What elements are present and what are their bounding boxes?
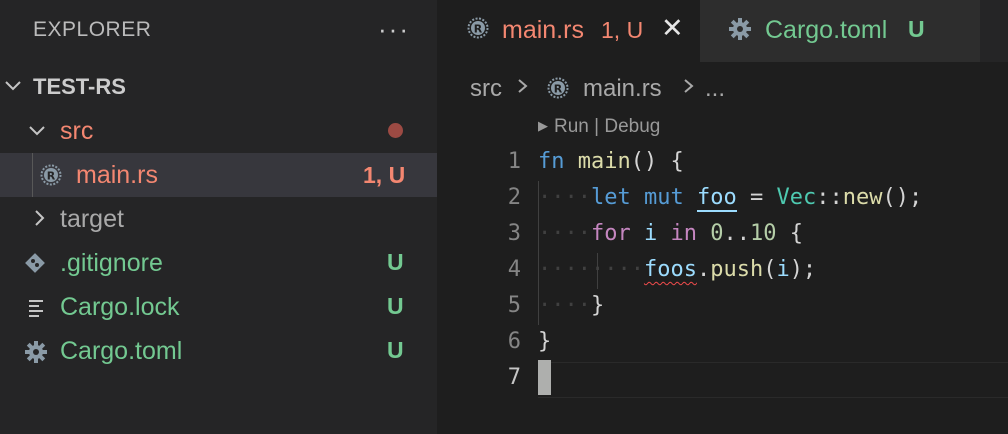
- breadcrumb: src R main.rs ...: [437, 62, 1008, 112]
- svg-text:R: R: [554, 83, 563, 96]
- tree-item-target[interactable]: target: [0, 197, 437, 241]
- untracked-badge: U: [387, 293, 404, 319]
- breadcrumb-file[interactable]: main.rs: [583, 75, 662, 103]
- more-actions-icon[interactable]: ···: [378, 14, 410, 45]
- svg-text:R: R: [474, 23, 483, 36]
- codelens: ▶ Run | Debug: [538, 116, 660, 138]
- breadcrumb-folder[interactable]: src: [470, 75, 502, 103]
- function-call: new: [842, 185, 883, 210]
- tree-item-cargo-lock[interactable]: Cargo.lock U: [0, 285, 437, 329]
- current-line-highlight: [538, 362, 1008, 398]
- breadcrumb-symbol-ellipsis[interactable]: ...: [705, 75, 725, 103]
- punctuation: }: [590, 293, 605, 318]
- line-number: 2: [507, 185, 521, 210]
- line-number: 1: [507, 149, 521, 174]
- chevron-right-icon: [516, 73, 530, 106]
- chevron-down-icon: [3, 75, 23, 101]
- number-literal: 0: [710, 221, 724, 246]
- range-operator: ..: [723, 221, 750, 246]
- untracked-badge: U: [387, 249, 404, 275]
- explorer-header: EXPLORER ···: [0, 0, 437, 62]
- codelens-debug[interactable]: Debug: [604, 116, 660, 137]
- play-icon: ▶: [538, 118, 548, 133]
- chevron-right-icon: [29, 208, 49, 234]
- rust-icon: R: [467, 17, 491, 41]
- tab-cargo-toml[interactable]: Cargo.toml U: [700, 0, 980, 62]
- punctuation: () {: [630, 149, 684, 174]
- punctuation: .: [696, 257, 711, 282]
- punctuation: {: [776, 221, 803, 246]
- code-line-1[interactable]: fn main() {: [538, 149, 684, 174]
- punctuation: (: [763, 257, 777, 282]
- tab-main-rs[interactable]: R main.rs 1, U ✕: [437, 0, 700, 62]
- editor-area: R main.rs 1, U ✕ Cargo.toml U src R main…: [437, 0, 1008, 434]
- untracked-badge: U: [387, 337, 404, 363]
- rust-icon: R: [40, 164, 62, 186]
- tree-item-label: .gitignore: [60, 249, 163, 277]
- gear-icon: [728, 17, 752, 41]
- close-icon[interactable]: ✕: [661, 13, 684, 44]
- tree-item-gitignore[interactable]: .gitignore U: [0, 241, 437, 285]
- tree-item-label: main.rs: [76, 161, 158, 189]
- lines-icon: [26, 296, 48, 318]
- line-number-current: 7: [507, 365, 521, 390]
- tab-untracked-badge: U: [908, 16, 925, 42]
- codelens-run[interactable]: Run: [554, 116, 589, 137]
- punctuation: );: [789, 257, 817, 282]
- error-squiggle-foos[interactable]: foos: [644, 257, 697, 282]
- function-name: main: [577, 149, 631, 174]
- line-number: 3: [507, 221, 521, 246]
- chevron-right-icon: [682, 73, 696, 106]
- path-separator: ::: [816, 185, 843, 210]
- tab-bar: R main.rs 1, U ✕ Cargo.toml U: [437, 0, 1008, 62]
- problem-count-badge: 1, U: [363, 162, 406, 188]
- punctuation: ();: [882, 185, 923, 210]
- function-call: push: [710, 257, 764, 282]
- tab-label: Cargo.toml: [765, 16, 888, 44]
- code-line-5[interactable]: ····}: [538, 293, 604, 318]
- code-line-4[interactable]: ········foos.push(i);: [538, 257, 816, 282]
- svg-text:R: R: [47, 170, 56, 183]
- tree-item-label: src: [60, 117, 94, 145]
- keyword-for: for: [590, 221, 631, 246]
- variable-i: i: [643, 221, 658, 246]
- tree-item-label: Cargo.lock: [60, 293, 180, 321]
- chevron-down-icon: [27, 120, 47, 146]
- code-line-3[interactable]: ····for i in 0..10 {: [538, 221, 803, 246]
- text-cursor: [538, 360, 551, 395]
- gear-icon: [24, 340, 47, 363]
- tree-item-cargo-toml[interactable]: Cargo.toml U: [0, 329, 437, 373]
- keyword-fn: fn: [538, 149, 565, 174]
- operator: =: [736, 185, 777, 210]
- variable-foo: foo: [696, 185, 737, 212]
- root-folder-label: TEST-RS: [33, 74, 126, 99]
- keyword-in: in: [670, 221, 697, 246]
- line-number: 4: [507, 257, 521, 282]
- git-icon: [24, 252, 46, 274]
- tab-label: main.rs: [502, 16, 584, 44]
- line-number: 6: [507, 329, 521, 354]
- code-line-6[interactable]: }: [538, 329, 551, 354]
- modified-dot-icon: [388, 123, 403, 138]
- codelens-separator: |: [594, 116, 600, 137]
- rust-icon: R: [547, 77, 569, 104]
- explorer-sidebar: EXPLORER ··· TEST-RS src R main.rs 1, U …: [0, 0, 437, 434]
- tab-problem-count: 1, U: [601, 17, 644, 43]
- explorer-title: EXPLORER: [33, 18, 152, 41]
- tree-item-src[interactable]: src: [0, 109, 437, 153]
- variable-i: i: [776, 257, 790, 282]
- type-vec: Vec: [776, 185, 817, 210]
- line-number: 5: [507, 293, 521, 318]
- tree-item-label: target: [60, 205, 124, 233]
- tree-item-label: Cargo.toml: [60, 337, 183, 365]
- tree-indent-guide: [32, 153, 33, 197]
- tree-item-main-rs[interactable]: R main.rs 1, U: [0, 153, 437, 197]
- keyword-mut: mut: [643, 185, 684, 210]
- punctuation: }: [538, 329, 552, 354]
- number-literal: 10: [749, 221, 777, 246]
- code-line-2[interactable]: ····let mut foo = Vec::new();: [538, 185, 923, 212]
- explorer-root-folder[interactable]: TEST-RS: [0, 64, 437, 108]
- keyword-let: let: [590, 185, 631, 210]
